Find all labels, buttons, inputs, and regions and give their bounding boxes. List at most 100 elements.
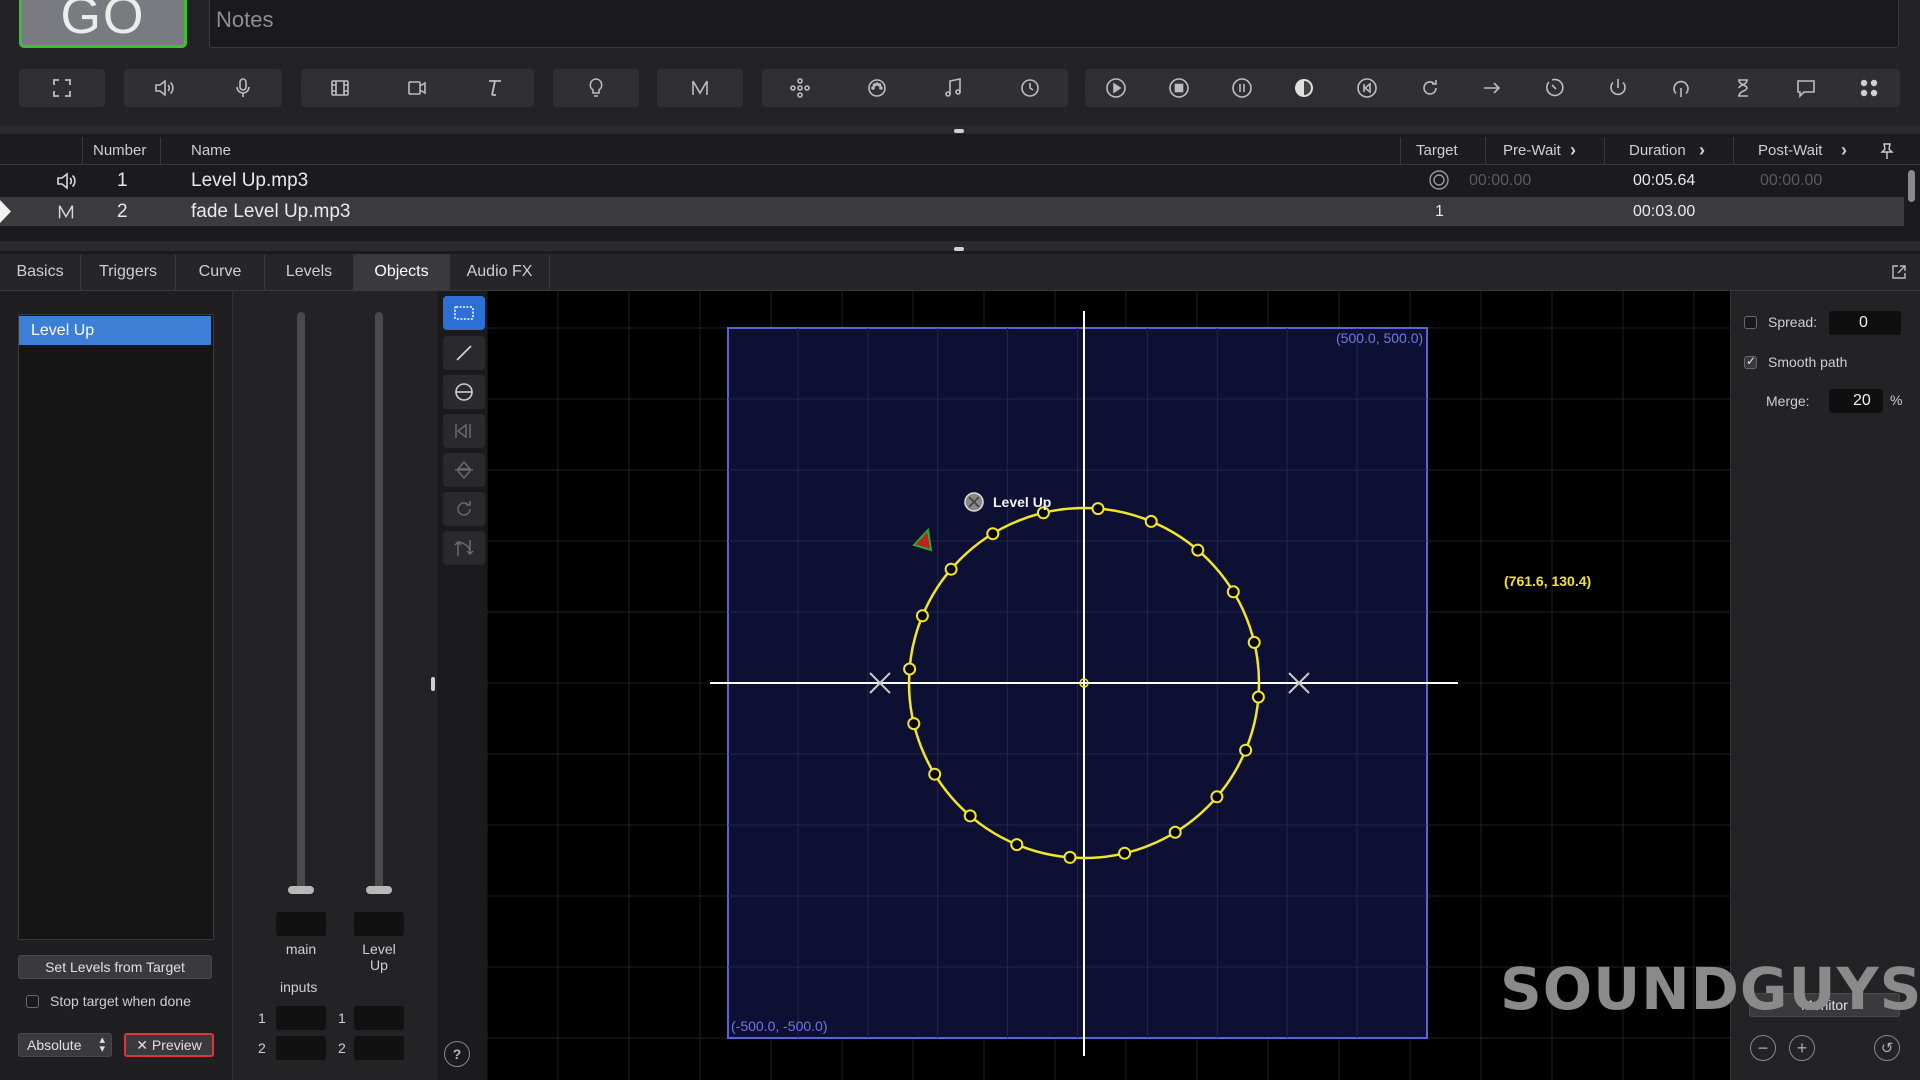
path-point[interactable] <box>1063 850 1077 864</box>
goto-cue-icon[interactable] <box>1472 71 1512 105</box>
devamp-cue-icon[interactable] <box>1410 71 1450 105</box>
input-level-field[interactable] <box>354 1006 404 1030</box>
midi-cue-icon[interactable] <box>857 71 897 105</box>
wait-cue-icon[interactable] <box>1723 71 1763 105</box>
input-level-field[interactable] <box>354 1036 404 1060</box>
flip-vertical-icon[interactable] <box>443 453 485 487</box>
script-cue-icon[interactable] <box>1849 71 1889 105</box>
column-duration[interactable]: Duration <box>1629 137 1686 164</box>
splitter-handle[interactable] <box>431 677 435 691</box>
rotate-tool-icon[interactable] <box>443 492 485 526</box>
target-cue-icon[interactable] <box>1535 71 1575 105</box>
arm-cue-icon[interactable] <box>1598 71 1638 105</box>
path-point[interactable] <box>1251 690 1265 704</box>
smooth-path-checkbox[interactable] <box>1744 354 1757 369</box>
path-point[interactable] <box>907 717 921 731</box>
spread-checkbox[interactable] <box>1744 316 1757 329</box>
object-list[interactable] <box>18 314 214 940</box>
tab-audio-fx[interactable]: Audio FX <box>450 254 550 290</box>
path-point[interactable] <box>915 609 929 623</box>
column-name[interactable]: Name <box>191 137 231 164</box>
path-point[interactable] <box>1168 825 1182 839</box>
tab-curve[interactable]: Curve <box>176 254 265 290</box>
notes-field[interactable]: Notes <box>209 0 1899 48</box>
pencil-tool-icon[interactable] <box>443 336 485 370</box>
column-prewait[interactable]: Pre-Wait <box>1503 137 1561 164</box>
level-field-main[interactable] <box>276 912 326 936</box>
cue-row[interactable]: 1 Level Up.mp3 00:00.00 00:05.64 00:00.0… <box>0 166 1904 195</box>
cue-number[interactable]: 2 <box>117 197 128 226</box>
cue-row-selected[interactable]: 2 fade Level Up.mp3 1 00:03.00 <box>0 197 1904 226</box>
cue-duration[interactable]: 00:05.64 <box>1633 166 1695 195</box>
select-tool-icon[interactable] <box>443 296 485 330</box>
circle-tool-icon[interactable] <box>443 375 485 409</box>
tab-triggers[interactable]: Triggers <box>81 254 176 290</box>
preview-button[interactable]: ✕ Preview <box>124 1033 214 1057</box>
path-point[interactable] <box>903 662 917 676</box>
cue-target[interactable]: 1 <box>1435 197 1444 226</box>
timecode-cue-icon[interactable] <box>1010 71 1050 105</box>
path-point[interactable] <box>1144 514 1158 528</box>
pause-cue-icon[interactable] <box>1222 71 1262 105</box>
fade-cue-icon[interactable] <box>680 71 720 105</box>
cue-duration[interactable]: 00:03.00 <box>1633 197 1695 226</box>
fader-main-track[interactable] <box>297 312 305 892</box>
chevron-right-icon[interactable]: › <box>1570 137 1576 164</box>
path-point[interactable] <box>1247 635 1261 649</box>
path-point[interactable] <box>1010 838 1024 852</box>
path-point[interactable] <box>928 767 942 781</box>
object-list-item[interactable]: Level Up <box>19 316 211 345</box>
cue-prewait[interactable]: 00:00.00 <box>1469 166 1531 195</box>
path-point[interactable] <box>963 809 977 823</box>
level-field-object[interactable] <box>354 912 404 936</box>
tab-levels[interactable]: Levels <box>265 254 354 290</box>
memo-cue-icon[interactable] <box>1786 71 1826 105</box>
path-point[interactable] <box>986 527 1000 541</box>
fader-main-knob[interactable] <box>288 886 314 894</box>
reverse-path-icon[interactable] <box>443 531 485 565</box>
fader-object-knob[interactable] <box>366 886 392 894</box>
popout-icon[interactable] <box>1890 263 1908 286</box>
path-point[interactable] <box>1118 846 1132 860</box>
input-level-field[interactable] <box>276 1006 326 1030</box>
input-level-field[interactable] <box>276 1036 326 1060</box>
video-cue-icon[interactable] <box>320 71 360 105</box>
light-cue-icon[interactable] <box>576 71 616 105</box>
reset-cue-icon[interactable] <box>1347 71 1387 105</box>
path-point[interactable] <box>1239 743 1253 757</box>
tab-basics[interactable]: Basics <box>0 254 81 290</box>
mode-select[interactable]: Absolute ▴ ▾ <box>18 1033 112 1057</box>
divider-grip[interactable] <box>954 129 964 133</box>
path-point[interactable] <box>1091 502 1105 516</box>
load-cue-icon[interactable] <box>1284 71 1324 105</box>
path-point[interactable] <box>1191 543 1205 557</box>
spread-field[interactable]: 0 <box>1829 311 1901 335</box>
zoom-in-icon[interactable]: + <box>1789 1035 1815 1061</box>
path-point[interactable] <box>1210 790 1224 804</box>
help-icon[interactable]: ? <box>444 1041 470 1067</box>
column-postwait[interactable]: Post-Wait <box>1758 137 1822 164</box>
chevron-right-icon[interactable]: › <box>1699 137 1705 164</box>
audio-cue-icon[interactable] <box>144 71 184 105</box>
chevron-right-icon[interactable]: › <box>1841 137 1847 164</box>
camera-cue-icon[interactable] <box>397 71 437 105</box>
cue-name[interactable]: Level Up.mp3 <box>191 166 308 195</box>
merge-field[interactable]: 20 <box>1829 389 1883 413</box>
cue-list-scrollbar[interactable] <box>1908 170 1915 202</box>
text-cue-icon[interactable] <box>475 71 515 105</box>
path-point[interactable] <box>1226 585 1240 599</box>
flip-horizontal-icon[interactable] <box>443 414 485 448</box>
fullscreen-icon[interactable] <box>42 71 82 105</box>
cue-postwait[interactable]: 00:00.00 <box>1760 166 1822 195</box>
path-point[interactable] <box>944 562 958 576</box>
column-number[interactable]: Number <box>93 137 146 164</box>
cue-name[interactable]: fade Level Up.mp3 <box>191 197 351 226</box>
start-cue-icon[interactable] <box>1096 71 1136 105</box>
go-button[interactable]: GO <box>19 0 187 48</box>
stop-target-checkbox[interactable] <box>26 995 39 1008</box>
music-cue-icon[interactable] <box>933 71 973 105</box>
disarm-cue-icon[interactable] <box>1661 71 1701 105</box>
tab-objects[interactable]: Objects <box>354 254 450 290</box>
zoom-out-icon[interactable]: − <box>1750 1035 1776 1061</box>
stop-cue-icon[interactable] <box>1159 71 1199 105</box>
